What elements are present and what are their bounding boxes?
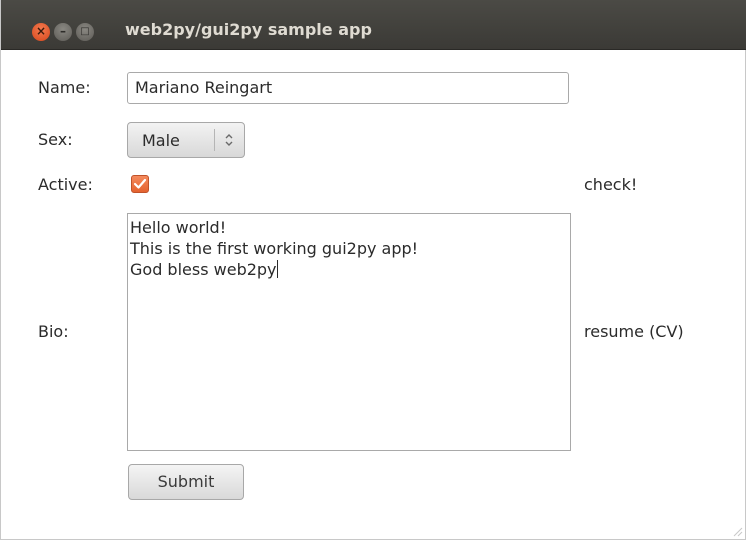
sex-label: Sex: [38,130,73,149]
checkmark-icon [133,178,147,189]
bio-line-last: God bless web2py [130,259,568,280]
app-window: × – □ web2py/gui2py sample app Name: Mar… [0,0,746,540]
bio-side-label: resume (CV) [584,322,684,341]
maximize-window-button[interactable]: □ [76,23,94,41]
sex-select[interactable]: Male [127,122,245,158]
text-caret [276,260,278,278]
bio-line-text: God bless web2py [130,260,277,279]
active-checkbox[interactable] [131,175,149,193]
updown-arrows-icon [225,134,233,146]
close-icon: × [35,24,47,38]
active-label: Active: [38,175,93,194]
minimize-window-button[interactable]: – [54,23,72,41]
window-title: web2py/gui2py sample app [125,20,372,39]
resize-grip-icon[interactable] [729,523,743,537]
name-input[interactable]: Mariano Reingart [127,72,569,104]
close-window-button[interactable]: × [32,23,50,41]
name-label: Name: [38,78,91,97]
bio-textarea[interactable]: Hello world! This is the first working g… [127,213,571,451]
sex-select-value: Male [142,131,180,150]
title-bar[interactable]: × – □ web2py/gui2py sample app [1,0,746,50]
bio-label: Bio: [38,322,69,341]
select-divider [214,129,215,151]
minimize-icon: – [60,24,66,38]
active-side-label: check! [584,175,638,194]
submit-button[interactable]: Submit [128,464,244,500]
maximize-icon: □ [80,26,90,37]
bio-line: This is the first working gui2py app! [130,239,419,258]
bio-line: Hello world! [130,218,227,237]
